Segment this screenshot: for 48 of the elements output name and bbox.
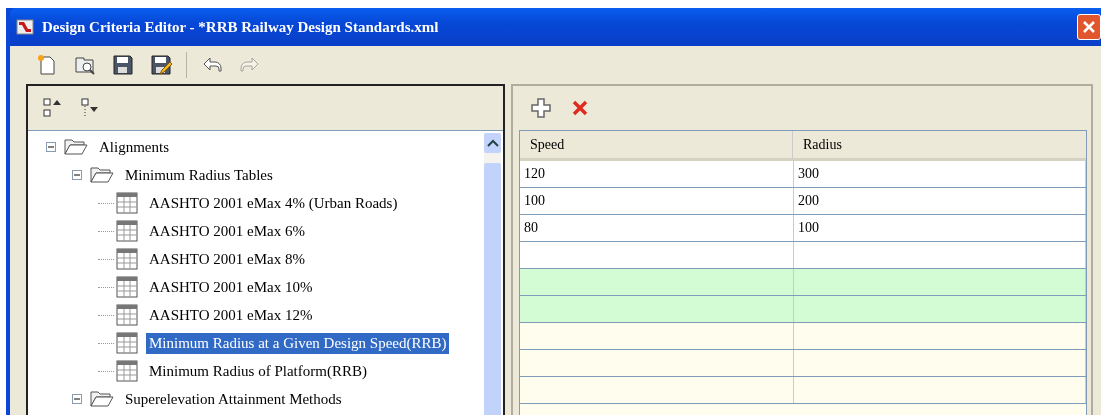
close-button[interactable]	[1077, 14, 1101, 40]
collapse-toggle-icon[interactable]	[46, 142, 56, 152]
table-cell: 100	[794, 215, 1086, 241]
scroll-up-icon[interactable]	[484, 133, 501, 153]
tree-item[interactable]: Minimum Radius of Platform(RRB)	[146, 360, 370, 382]
grid-row[interactable]	[520, 242, 1086, 269]
table-icon	[116, 192, 138, 214]
collapse-toggle-icon[interactable]	[72, 394, 82, 404]
tree-item[interactable]: AASHTO 2001 eMax 8%	[146, 248, 308, 270]
grid-row[interactable]: 100 200	[520, 188, 1086, 215]
tree-item[interactable]: Minimum Radius Tables	[122, 164, 276, 186]
tree-item[interactable]: Alignments	[96, 136, 172, 158]
window-title: Design Criteria Editor - *RRB Railway Design Standards.xml	[42, 18, 439, 36]
column-header[interactable]: Radius	[793, 131, 1086, 158]
grid-row[interactable]: 80 100	[520, 215, 1086, 242]
tree-item[interactable]: AASHTO 2001 eMax 4% (Urban Roads)	[146, 192, 401, 214]
folder-icon	[90, 390, 114, 408]
save-icon[interactable]	[110, 52, 136, 78]
close-icon	[1082, 20, 1096, 34]
table-cell: 80	[520, 215, 794, 241]
add-icon[interactable]	[529, 96, 553, 120]
grid-row[interactable]	[520, 269, 1086, 296]
save-as-icon[interactable]	[148, 52, 174, 78]
table-cell: 200	[794, 188, 1086, 214]
table-icon	[116, 248, 138, 270]
table-cell: 100	[520, 188, 794, 214]
table-icon	[116, 220, 138, 242]
grid-row[interactable]	[520, 377, 1086, 404]
column-header[interactable]: Speed	[520, 131, 793, 158]
table-icon	[116, 332, 138, 354]
tree-item[interactable]: Superelevation Attainment Methods	[122, 388, 345, 410]
table-icon	[116, 276, 138, 298]
table-cell: 300	[794, 161, 1086, 187]
table-icon	[116, 360, 138, 382]
grid-row[interactable]	[520, 350, 1086, 377]
collapse-toggle-icon[interactable]	[72, 170, 82, 180]
tree-item[interactable]: AASHTO 2001 eMax 10%	[146, 276, 316, 298]
app-icon	[16, 19, 34, 35]
table-cell: 120	[520, 161, 794, 187]
tree-item[interactable]: AASHTO 2001 eMax 6%	[146, 220, 308, 242]
grid-row[interactable]	[520, 323, 1086, 350]
folder-icon	[90, 166, 114, 184]
tree-item[interactable]: Minimum Radius at a Given Design Speed(RRB)	[146, 332, 450, 354]
grid-row[interactable]: 120 300	[520, 161, 1086, 188]
grid-row[interactable]	[520, 296, 1086, 323]
tree-item[interactable]: AASHTO 2001 eMax 12%	[146, 304, 316, 326]
table-icon	[116, 304, 138, 326]
folder-icon	[64, 138, 88, 156]
